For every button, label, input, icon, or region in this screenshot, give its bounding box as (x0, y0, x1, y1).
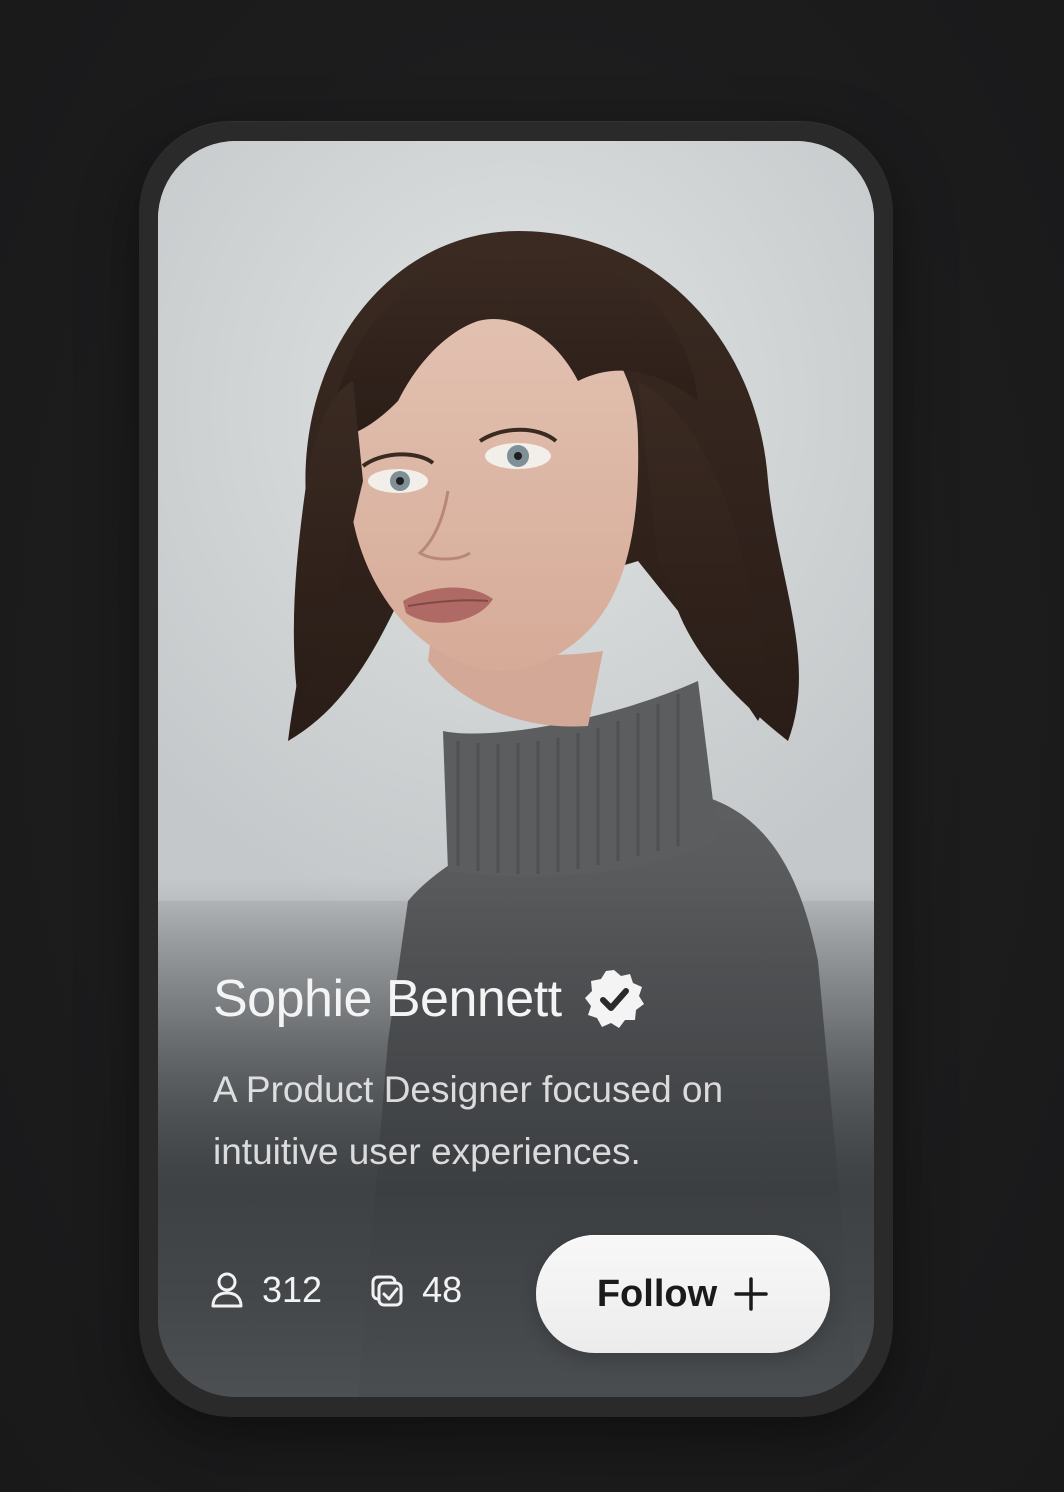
profile-card: Sophie Bennett A Product Designer focuse… (158, 141, 874, 1397)
projects-icon (370, 1271, 404, 1309)
profile-bio: A Product Designer focused on intuitive … (213, 1069, 724, 1172)
profile-stats: 312 48 (210, 1269, 462, 1311)
follow-button-label: Follow (596, 1272, 718, 1315)
follow-button[interactable]: Follow (536, 1235, 830, 1353)
followers-count: 312 (262, 1269, 323, 1310)
profile-name: Sophie Bennett (213, 970, 562, 1028)
user-icon (210, 1271, 244, 1309)
name-row: Sophie Bennett (213, 967, 646, 1031)
projects-stat: 48 (370, 1269, 462, 1311)
verified-badge-icon (582, 967, 646, 1031)
plus-icon (733, 1276, 769, 1312)
followers-stat: 312 (210, 1269, 322, 1311)
page-background: Sophie Bennett A Product Designer focuse… (0, 0, 1064, 1492)
projects-count: 48 (422, 1269, 463, 1310)
